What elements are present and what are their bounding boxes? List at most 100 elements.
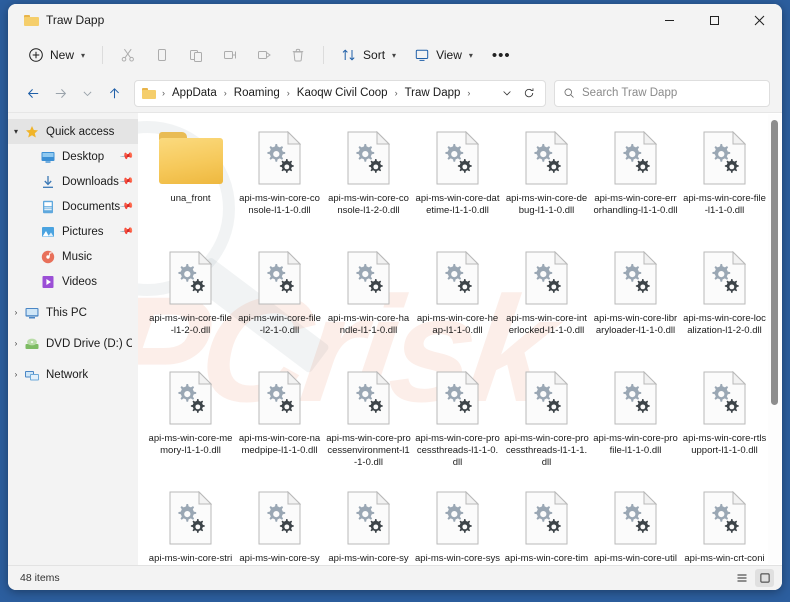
sidebar-item-music[interactable]: › Music bbox=[8, 244, 138, 269]
forward-button[interactable] bbox=[47, 80, 73, 106]
gears-document-glyph bbox=[347, 491, 390, 545]
breadcrumb-item-3[interactable]: Traw Dapp bbox=[402, 85, 464, 101]
sidebar-item-network[interactable]: › Network bbox=[8, 362, 138, 387]
delete-button[interactable] bbox=[282, 41, 314, 69]
breadcrumb-item-1[interactable]: Roaming bbox=[231, 85, 283, 101]
file-item[interactable]: api-ms-win-core-console-l1-1-0.dll bbox=[235, 121, 324, 241]
pictures-icon bbox=[42, 226, 54, 237]
view-button[interactable]: View ▾ bbox=[406, 41, 481, 69]
sidebar-item-quick-access[interactable]: ▾ Quick access bbox=[8, 119, 138, 144]
file-item[interactable]: api-ms-win-core-localization-l1-2-0.dll bbox=[680, 241, 769, 361]
sidebar-label: Quick access bbox=[46, 125, 115, 138]
minimize-button[interactable] bbox=[647, 4, 692, 36]
maximize-button[interactable] bbox=[692, 4, 737, 36]
dll-file-icon bbox=[169, 367, 212, 429]
file-item[interactable]: api-ms-win-core-sysinfo-l1-1-0.dll bbox=[413, 481, 502, 565]
gears-document-glyph bbox=[258, 251, 301, 305]
file-item[interactable]: api-ms-win-core-debug-l1-1-0.dll bbox=[502, 121, 591, 241]
breadcrumb[interactable]: › AppData › Roaming › Kaoqw Civil Coop ›… bbox=[134, 79, 546, 107]
sidebar-item-this-pc[interactable]: › This PC bbox=[8, 300, 138, 325]
gears-document-glyph bbox=[703, 251, 746, 305]
gears-document-glyph bbox=[258, 371, 301, 425]
status-bar: 48 items bbox=[8, 565, 782, 590]
up-button[interactable] bbox=[101, 80, 127, 106]
gears-document-glyph bbox=[436, 131, 479, 185]
new-button[interactable]: New ▾ bbox=[20, 41, 93, 69]
sidebar-item-dvd-drive[interactable]: › DVD Drive (D:) CCCC bbox=[8, 331, 138, 356]
sidebar-item-videos[interactable]: › Videos bbox=[8, 269, 138, 294]
file-item[interactable]: api-ms-win-core-synch-l1-1-0.dll bbox=[235, 481, 324, 565]
vertical-scrollbar[interactable] bbox=[768, 114, 781, 564]
sidebar-item-desktop[interactable]: › Desktop 📌 bbox=[8, 144, 138, 169]
large-icons-view-button[interactable] bbox=[755, 569, 774, 587]
recent-locations-button[interactable] bbox=[74, 80, 100, 106]
chevron-right-icon[interactable]: › bbox=[8, 339, 24, 348]
gears-document-glyph bbox=[169, 491, 212, 545]
file-item[interactable]: api-ms-win-core-file-l1-1-0.dll bbox=[680, 121, 769, 241]
refresh-button[interactable] bbox=[519, 87, 539, 99]
more-options-button[interactable]: ••• bbox=[483, 47, 520, 64]
dll-file-icon bbox=[525, 367, 568, 429]
sidebar-item-documents[interactable]: › Documents 📌 bbox=[8, 194, 138, 219]
file-item[interactable]: api-ms-win-core-processthreads-l1-1-0.dl… bbox=[413, 361, 502, 481]
file-item[interactable]: api-ms-win-core-heap-l1-1-0.dll bbox=[413, 241, 502, 361]
file-name-label: api-ms-win-core-timezone-l1-1-0.dll bbox=[504, 553, 589, 564]
file-item[interactable]: api-ms-win-core-processthreads-l1-1-1.dl… bbox=[502, 361, 591, 481]
music-icon bbox=[41, 250, 55, 263]
scrollbar-thumb[interactable] bbox=[771, 120, 778, 405]
sort-button[interactable]: Sort ▾ bbox=[333, 41, 404, 69]
title-bar: Traw Dapp bbox=[8, 4, 782, 36]
gears-document-glyph bbox=[347, 251, 390, 305]
search-input[interactable]: Search Traw Dapp bbox=[582, 87, 677, 99]
sidebar-item-pictures[interactable]: › Pictures 📌 bbox=[8, 219, 138, 244]
file-item[interactable]: api-ms-win-core-datetime-l1-1-0.dll bbox=[413, 121, 502, 241]
cut-button[interactable] bbox=[112, 41, 144, 69]
chevron-down-icon[interactable]: ▾ bbox=[8, 127, 24, 136]
gears-document-glyph bbox=[525, 131, 568, 185]
dll-file-icon bbox=[258, 247, 301, 309]
details-view-button[interactable] bbox=[732, 569, 751, 587]
gears-document-glyph bbox=[614, 491, 657, 545]
file-item[interactable]: api-ms-win-crt-conio-l1-1-0.dll bbox=[680, 481, 769, 565]
gears-document-glyph bbox=[703, 131, 746, 185]
file-item[interactable]: api-ms-win-core-errorhandling-l1-1-0.dll bbox=[591, 121, 680, 241]
file-item[interactable]: api-ms-win-core-rtlsupport-l1-1-0.dll bbox=[680, 361, 769, 481]
folder-item[interactable]: una_front bbox=[146, 121, 235, 241]
file-item[interactable]: api-ms-win-core-handle-l1-1-0.dll bbox=[324, 241, 413, 361]
chevron-right-icon[interactable]: › bbox=[8, 370, 24, 379]
file-item[interactable]: api-ms-win-core-string-l1-1-0.dll bbox=[146, 481, 235, 565]
close-button[interactable] bbox=[737, 4, 782, 36]
file-item[interactable]: api-ms-win-core-file-l2-1-0.dll bbox=[235, 241, 324, 361]
file-item[interactable]: api-ms-win-core-timezone-l1-1-0.dll bbox=[502, 481, 591, 565]
file-name-label: api-ms-win-core-synch-l1-1-0.dll bbox=[239, 553, 320, 564]
file-item[interactable]: api-ms-win-core-interlocked-l1-1-0.dll bbox=[502, 241, 591, 361]
chevron-right-icon[interactable]: › bbox=[8, 308, 24, 317]
breadcrumb-dropdown-button[interactable] bbox=[497, 87, 517, 99]
file-name-label: api-ms-win-core-datetime-l1-1-0.dll bbox=[415, 193, 500, 216]
sidebar-item-downloads[interactable]: › Downloads 📌 bbox=[8, 169, 138, 194]
dll-file-icon bbox=[525, 127, 568, 189]
file-item[interactable]: api-ms-win-core-libraryloader-l1-1-0.dll bbox=[591, 241, 680, 361]
search-box[interactable]: Search Traw Dapp bbox=[554, 79, 770, 107]
file-item[interactable]: api-ms-win-core-processenvironment-l1-1-… bbox=[324, 361, 413, 481]
rename-button[interactable] bbox=[214, 41, 246, 69]
file-item[interactable]: api-ms-win-core-console-l1-2-0.dll bbox=[324, 121, 413, 241]
gears-document-glyph bbox=[525, 491, 568, 545]
back-button[interactable] bbox=[20, 80, 46, 106]
file-item[interactable]: api-ms-win-core-file-l1-2-0.dll bbox=[146, 241, 235, 361]
explorer-tab[interactable]: Traw Dapp bbox=[18, 10, 114, 30]
file-list-pane[interactable]: PCrisk una_front api-ms-win-core-console… bbox=[138, 113, 782, 565]
search-icon bbox=[564, 88, 574, 98]
file-item[interactable]: api-ms-win-core-util-l1-1-0.dll bbox=[591, 481, 680, 565]
file-item[interactable]: api-ms-win-core-profile-l1-1-0.dll bbox=[591, 361, 680, 481]
breadcrumb-item-2[interactable]: Kaoqw Civil Coop bbox=[294, 85, 391, 101]
breadcrumb-item-0[interactable]: AppData bbox=[169, 85, 220, 101]
file-item[interactable]: api-ms-win-core-memory-l1-1-0.dll bbox=[146, 361, 235, 481]
paste-button[interactable] bbox=[180, 41, 212, 69]
copy-button[interactable] bbox=[146, 41, 178, 69]
thispc-icon bbox=[25, 307, 39, 318]
chevron-placeholder: › bbox=[24, 177, 40, 186]
share-button[interactable] bbox=[248, 41, 280, 69]
file-item[interactable]: api-ms-win-core-synch-l1-2-0.dll bbox=[324, 481, 413, 565]
file-item[interactable]: api-ms-win-core-namedpipe-l1-1-0.dll bbox=[235, 361, 324, 481]
